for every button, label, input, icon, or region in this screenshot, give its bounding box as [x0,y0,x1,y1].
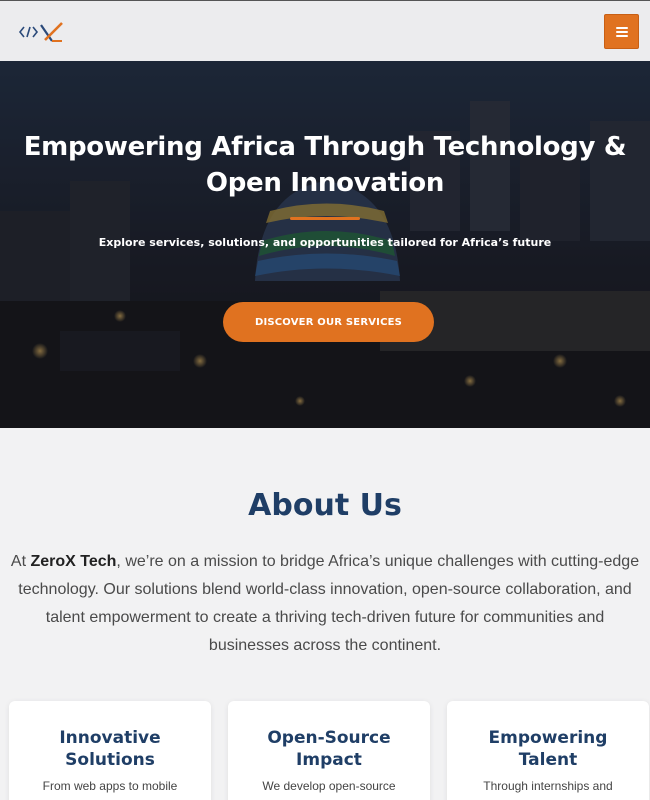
card-text: We develop open-source [262,779,396,793]
hero-subtitle: Explore services, solutions, and opportu… [98,236,552,249]
about-description: At ZeroX Tech, we’re on a mission to bri… [10,553,640,654]
title-underline [290,217,360,220]
card-text: Through internships and [483,779,613,793]
card-title: Open-Source Impact [267,728,391,770]
card-text: From web apps to mobile [42,779,178,793]
feature-card-open-source[interactable]: Open-Source Impact We develop open-sourc… [228,701,430,800]
site-header [0,0,650,61]
discover-services-button[interactable]: DISCOVER OUR SERVICES [223,302,434,342]
hero-title: Empowering Africa Through Technology & O… [23,132,627,198]
hamburger-icon [615,26,628,37]
feature-card-talent[interactable]: Empowering Talent Through internships an… [447,701,649,800]
card-title: Innovative Solutions [59,728,161,770]
hero-section: Empowering Africa Through Technology & O… [0,61,650,428]
brand-name: ZeroX Tech [30,553,117,570]
feature-card-innovative[interactable]: Innovative Solutions From web apps to mo… [9,701,211,800]
menu-button[interactable] [604,14,639,49]
about-title: About Us [248,488,402,523]
zerox-logo[interactable] [18,19,64,45]
card-title: Empowering Talent [488,728,608,770]
